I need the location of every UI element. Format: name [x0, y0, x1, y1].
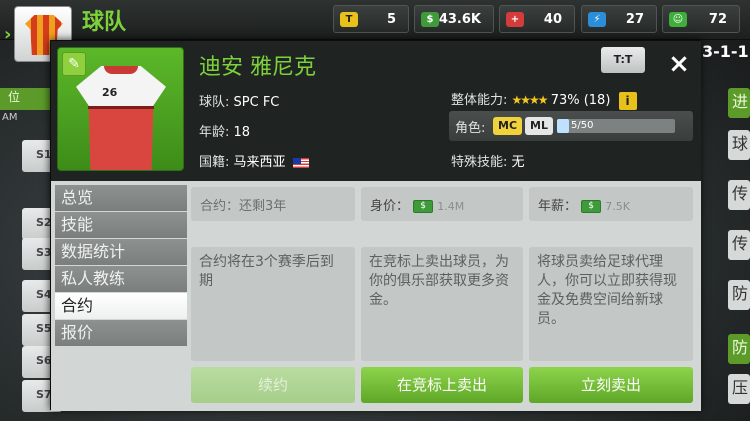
player-portrait: 26 ✎ [57, 47, 184, 171]
kit-number: 26 [102, 86, 118, 99]
renew-description: 合约将在3个赛季后到期 [191, 247, 355, 361]
contract-label: 合约： [200, 199, 240, 214]
position-sub-label: AM [2, 112, 18, 123]
overall-label: 整体能力: [451, 93, 512, 108]
value-label: 身价： [370, 199, 410, 214]
sell-now-button[interactable]: 立刻卖出 [529, 367, 693, 403]
age-value: 18 [233, 125, 251, 140]
xp-text: 5/50 [571, 120, 594, 131]
value-amount: 1.4M [437, 200, 465, 213]
role-pill-secondary[interactable]: ML [525, 117, 553, 135]
tactic-item[interactable]: 防 [728, 334, 750, 364]
morale-icon: ☺ [669, 12, 687, 27]
menu-item-offers[interactable]: 报价 [55, 320, 187, 346]
malaysia-flag-icon [292, 157, 309, 168]
tactic-item[interactable]: 球 [728, 130, 750, 160]
team-label: 球队: [199, 95, 234, 110]
medical-counter[interactable]: + 40 [499, 5, 575, 33]
energy-icon: ⚡ [588, 12, 606, 27]
info-icon[interactable]: i [618, 91, 637, 110]
menu-item-overview[interactable]: 总览 [55, 185, 187, 211]
special-skill-info: 特殊技能: 无 [451, 151, 525, 170]
player-menu: 总览 技能 数据统计 私人教练 合约 报价 [55, 185, 187, 347]
player-value: 身价： $ 1.4M [361, 187, 523, 221]
overall-rating: 整体能力: ★★★★ 73% (18) i [451, 89, 637, 110]
morale-value: 72 [708, 11, 727, 27]
kit-toggle-button[interactable]: T:T [601, 47, 645, 73]
overall-value: 73% (18) [550, 93, 611, 108]
salary-amount: 7.5K [605, 200, 631, 213]
age-info: 年龄: 18 [199, 121, 250, 140]
formation-label: 3-1-1 [702, 42, 749, 61]
xp-progress-fill [557, 119, 569, 133]
squad-list: 位 AM S1 S2 S3 S4 S5 S6 S7 [0, 84, 62, 421]
tactic-item[interactable]: 压 [728, 374, 750, 404]
energy-value: 27 [625, 11, 644, 27]
edit-pencil-icon[interactable]: ✎ [62, 52, 86, 76]
nationality-label: 国籍: [199, 155, 234, 170]
menu-item-skills[interactable]: 技能 [55, 212, 187, 238]
medical-icon: + [506, 12, 524, 27]
cash-icon: $ [413, 200, 434, 213]
player-name: 迪安 雅尼克 [199, 55, 316, 80]
menu-item-stats[interactable]: 数据统计 [55, 239, 187, 265]
renew-button[interactable]: 续约 [191, 367, 355, 403]
special-skill-value: 无 [511, 155, 525, 170]
contract-value: 还剩3年 [239, 199, 287, 214]
auction-sell-button[interactable]: 在竞标上卖出 [361, 367, 523, 403]
player-header: 26 ✎ 迪安 雅尼克 球队: SPC FC 年龄: 18 国籍: 马来西亚 整… [51, 41, 701, 181]
cash-icon: $ [581, 200, 602, 213]
auction-description: 在竞标上卖出球员，为你的俱乐部获取更多资金。 [361, 247, 523, 361]
menu-item-trainer[interactable]: 私人教练 [55, 266, 187, 292]
tactic-item[interactable]: 防 [728, 280, 750, 310]
special-skill-label: 特殊技能: [451, 155, 512, 170]
player-shirt-icon [76, 66, 166, 170]
back-chevron-icon[interactable]: › [4, 24, 11, 45]
medical-value: 40 [543, 11, 562, 27]
tactic-item[interactable]: 传 [728, 230, 750, 260]
xp-progress-bar: 5/50 [557, 119, 675, 133]
tactics-tab[interactable]: 进 [728, 88, 750, 118]
cash-counter[interactable]: $ 43.6K [414, 5, 494, 33]
contract-remaining: 合约：还剩3年 [191, 187, 355, 221]
nationality-info: 国籍: 马来西亚 [199, 151, 309, 170]
player-detail-modal: 26 ✎ 迪安 雅尼克 球队: SPC FC 年龄: 18 国籍: 马来西亚 整… [50, 40, 701, 411]
team-value: SPC FC [233, 95, 280, 110]
player-salary: 年薪： $ 7.5K [529, 187, 693, 221]
contract-panel: 合约：还剩3年 身价： $ 1.4M 年薪： $ 7.5K 合约将在3个赛季后到… [191, 187, 695, 405]
tactic-item[interactable]: 传 [728, 180, 750, 210]
cash-icon: $ [421, 12, 439, 27]
nationality-value: 马来西亚 [233, 155, 286, 170]
token-counter[interactable]: T 5 [333, 5, 409, 33]
energy-counter[interactable]: ⚡ 27 [581, 5, 657, 33]
close-icon[interactable]: × [659, 47, 699, 81]
rating-stars-icon: ★★★★ [511, 93, 549, 107]
morale-counter[interactable]: ☺ 72 [662, 5, 740, 33]
age-label: 年龄: [199, 125, 234, 140]
salary-label: 年薪： [538, 199, 578, 214]
role-label: 角色: [455, 121, 486, 136]
token-icon: T [340, 12, 358, 27]
top-bar: › 球队 T 5 $ 43.6K + 40 ⚡ 27 ☺ 72 [0, 0, 750, 62]
role-pill-primary[interactable]: MC [493, 117, 523, 135]
cash-value: 43.6K [438, 11, 481, 27]
team-info: 球队: SPC FC [199, 91, 279, 110]
modal-body: 总览 技能 数据统计 私人教练 合约 报价 合约：还剩3年 身价： $ 1.4M… [51, 181, 701, 411]
menu-item-contract[interactable]: 合约 [55, 293, 187, 319]
page-title: 球队 [82, 10, 127, 35]
sell-description: 将球员卖给足球代理人，你可以立即获得现金及免费空间给新球员。 [529, 247, 693, 361]
token-value: 5 [386, 11, 396, 27]
tactics-panel: 进 球 传 传 防 防 压 [728, 84, 750, 421]
